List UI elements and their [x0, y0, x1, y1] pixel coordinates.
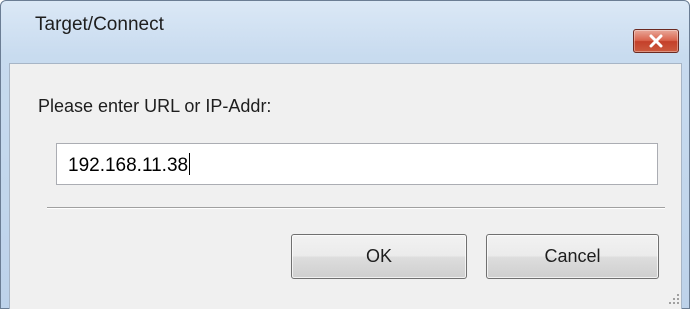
- close-button[interactable]: [633, 29, 679, 53]
- ok-button[interactable]: OK: [291, 234, 467, 279]
- close-x-icon: [649, 34, 663, 48]
- title-bar[interactable]: Target/Connect: [1, 1, 689, 53]
- separator-line: [47, 207, 665, 209]
- url-input[interactable]: 192.168.11.38: [56, 143, 658, 185]
- ok-button-label: OK: [365, 246, 392, 266]
- url-input-value: 192.168.11.38: [68, 153, 191, 178]
- window-title: Target/Connect: [35, 14, 164, 35]
- url-input-text: 192.168.11.38: [68, 155, 189, 176]
- cancel-button-label: Cancel: [544, 246, 601, 266]
- text-caret: [189, 153, 191, 175]
- url-prompt-label: Please enter URL or IP-Addr:: [38, 96, 272, 116]
- resize-grip-icon[interactable]: [666, 291, 680, 305]
- cancel-button[interactable]: Cancel: [486, 234, 659, 279]
